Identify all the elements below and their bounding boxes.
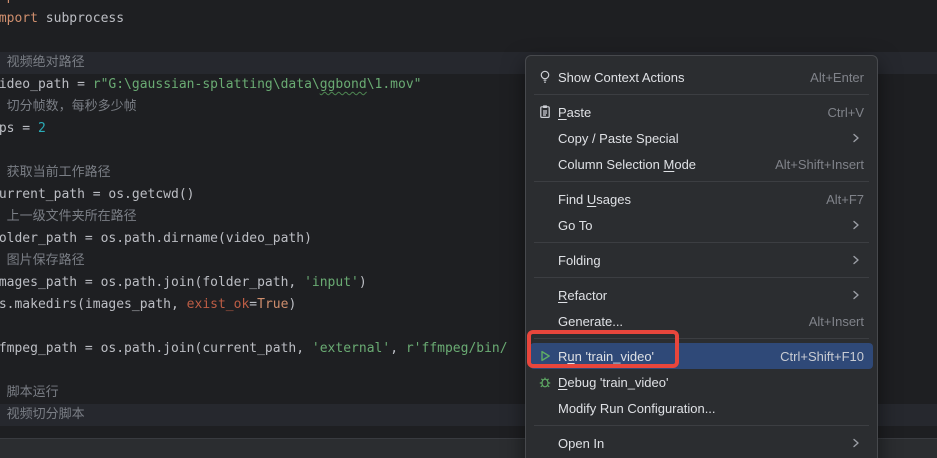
code-token: r"G:\gaussian-splatting\data\	[93, 77, 320, 92]
menu-item-modify-run-configuration[interactable]: Modify Run Configuration...	[530, 395, 873, 421]
menu-item-label: Refactor	[558, 288, 607, 303]
menu-item-show-context-actions[interactable]: Show Context Actions Alt+Enter	[530, 64, 873, 90]
menu-item-label: Generate...	[558, 314, 623, 329]
code-token: # 视频绝对路径	[0, 55, 85, 70]
code-token: fps =	[0, 121, 38, 136]
code-token: # 上一级文件夹所在路径	[0, 209, 137, 224]
code-token: # 切分帧数，每秒多少帧	[0, 99, 137, 114]
code-token: folder_path = os.path.dirname(video_path…	[0, 231, 312, 246]
code-token: os.makedirs(images_path,	[0, 297, 187, 312]
menu-icon-placeholder	[537, 130, 553, 146]
code-token: r'ffmpeg/bin/	[406, 341, 508, 356]
debug-icon	[537, 374, 553, 390]
code-token: 'external'	[312, 341, 390, 356]
code-token: 'input'	[304, 275, 359, 290]
code-token: ,	[390, 341, 406, 356]
menu-separator	[526, 90, 877, 99]
code-token: # 图片保存路径	[0, 253, 85, 268]
menu-item-label: Copy / Paste Special	[558, 131, 679, 146]
context-menu: Show Context Actions Alt+Enter Paste Ctrl+V…	[525, 55, 878, 458]
typo-word: ggbond	[320, 77, 367, 92]
menu-item-find-usages[interactable]: Find Usages Alt+F7	[530, 186, 873, 212]
code-line[interactable]: import os	[0, 0, 937, 8]
lightbulb-icon	[537, 69, 553, 85]
code-token: )	[359, 275, 367, 290]
menu-item-debug-train-video[interactable]: Debug 'train_video'	[530, 369, 873, 395]
code-token: os	[38, 0, 61, 4]
menu-icon-placeholder	[537, 191, 553, 207]
paste-icon	[537, 104, 553, 120]
menu-item-folding[interactable]: Folding	[530, 247, 873, 273]
menu-item-shortcut: Ctrl+V	[828, 105, 864, 120]
menu-item-label: Find Usages	[558, 192, 631, 207]
menu-icon-placeholder	[537, 156, 553, 172]
menu-icon-placeholder	[537, 400, 553, 416]
menu-item-label: Paste	[558, 105, 591, 120]
code-line[interactable]	[0, 30, 937, 52]
menu-separator	[526, 334, 877, 343]
menu-item-paste[interactable]: Paste Ctrl+V	[530, 99, 873, 125]
menu-item-shortcut: Alt+F7	[826, 192, 864, 207]
menu-item-label: Go To	[558, 218, 592, 233]
menu-icon-placeholder	[537, 287, 553, 303]
chevron-right-icon	[848, 217, 864, 233]
code-token: =	[249, 297, 257, 312]
code-token: 2	[38, 121, 46, 136]
menu-item-column-selection-mode[interactable]: Column Selection Mode Alt+Shift+Insert	[530, 151, 873, 177]
menu-item-go-to[interactable]: Go To	[530, 212, 873, 238]
menu-icon-placeholder	[537, 313, 553, 329]
menu-item-label: Column Selection Mode	[558, 157, 696, 172]
run-icon	[537, 348, 553, 364]
menu-item-label: Debug 'train_video'	[558, 375, 668, 390]
menu-separator	[526, 238, 877, 247]
menu-item-refactor[interactable]: Refactor	[530, 282, 873, 308]
menu-icon-placeholder	[537, 217, 553, 233]
code-token: \1.mov"	[367, 77, 422, 92]
menu-item-label: Show Context Actions	[558, 70, 684, 85]
code-token: # 视频切分脚本	[0, 407, 85, 422]
menu-item-shortcut: Alt+Insert	[809, 314, 864, 329]
code-token: # 脚本运行	[0, 385, 59, 400]
menu-item-shortcut: Alt+Enter	[810, 70, 864, 85]
code-token: import	[0, 0, 38, 4]
code-token: subprocess	[38, 11, 124, 26]
menu-separator	[526, 177, 877, 186]
chevron-right-icon	[848, 252, 864, 268]
menu-item-label: Modify Run Configuration...	[558, 401, 716, 416]
code-token: video_path =	[0, 77, 93, 92]
menu-icon-placeholder	[537, 435, 553, 451]
menu-separator	[526, 273, 877, 282]
menu-item-generate[interactable]: Generate... Alt+Insert	[530, 308, 873, 334]
menu-item-label: Folding	[558, 253, 601, 268]
menu-item-copy-paste-special[interactable]: Copy / Paste Special	[530, 125, 873, 151]
code-token: import	[0, 11, 38, 26]
code-token: images_path = os.path.join(folder_path,	[0, 275, 304, 290]
menu-item-shortcut: Ctrl+Shift+F10	[780, 349, 864, 364]
code-token: ffmpeg_path = os.path.join(current_path,	[0, 341, 312, 356]
chevron-right-icon	[848, 435, 864, 451]
menu-item-shortcut: Alt+Shift+Insert	[775, 157, 864, 172]
code-token: current_path = os.getcwd()	[0, 187, 195, 202]
code-token: True	[257, 297, 288, 312]
code-token: # 获取当前工作路径	[0, 165, 111, 180]
code-line[interactable]: import subprocess	[0, 8, 937, 30]
menu-separator	[526, 421, 877, 430]
menu-icon-placeholder	[537, 252, 553, 268]
menu-item-run-train-video[interactable]: Run 'train_video' Ctrl+Shift+F10	[530, 343, 873, 369]
code-token: )	[288, 297, 296, 312]
chevron-right-icon	[848, 130, 864, 146]
menu-item-open-in[interactable]: Open In	[530, 430, 873, 456]
code-token: exist_ok	[187, 297, 250, 312]
menu-item-label: Run 'train_video'	[558, 349, 654, 364]
chevron-right-icon	[848, 287, 864, 303]
menu-item-label: Open In	[558, 436, 604, 451]
